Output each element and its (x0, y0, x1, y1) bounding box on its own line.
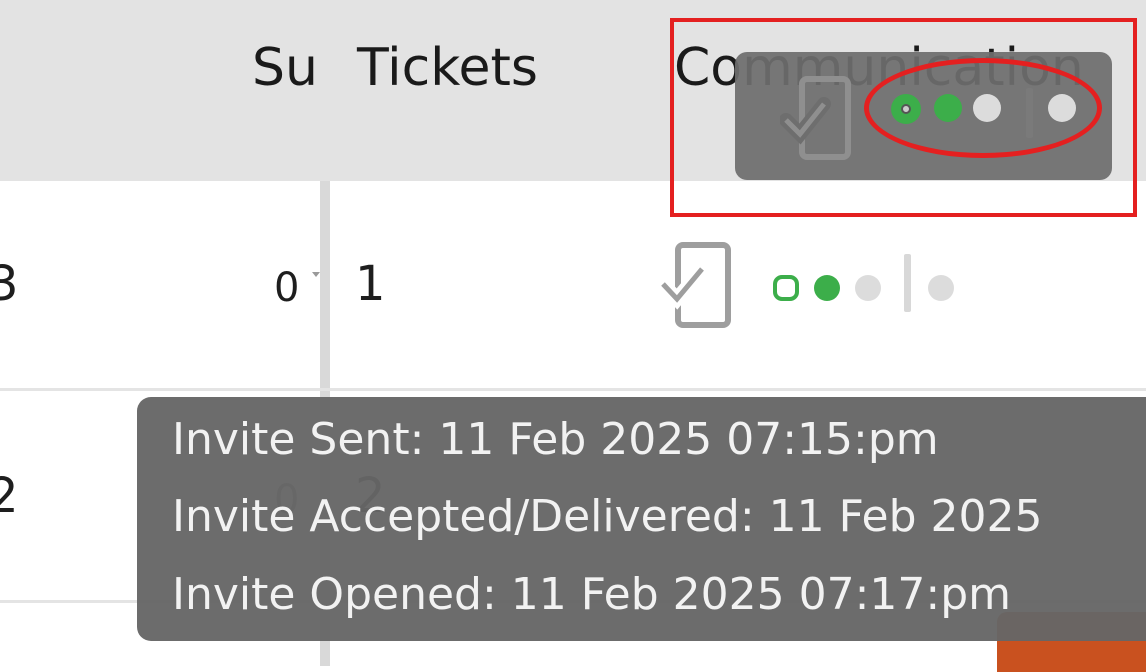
tooltip-invite-opened: Invite Opened: 11 Feb 2025 07:17:pm (172, 569, 1012, 620)
row-value-cell: 2 (0, 468, 19, 524)
status-dot-delivered (814, 275, 840, 301)
tooltip-invite-delivered: Invite Accepted/Delivered: 11 Feb 2025 (172, 491, 1043, 542)
status-dot-opened (855, 275, 881, 301)
tooltip-invite-sent: Invite Sent: 11 Feb 2025 07:15:pm (172, 414, 939, 465)
sort-caret-icon (312, 272, 320, 277)
su-value-cell: 0 (274, 265, 300, 311)
status-dot-sent (773, 275, 799, 301)
row-divider (0, 388, 1146, 391)
tickets-value-cell: 1 (355, 256, 386, 312)
status-divider (904, 254, 911, 312)
row-value-cell: 3 (0, 256, 19, 312)
column-header-su[interactable]: Su (252, 36, 318, 100)
column-header-tickets[interactable]: Tickets (357, 36, 538, 100)
highlight-ellipse (864, 58, 1102, 158)
phone-check-icon[interactable] (660, 240, 736, 330)
invite-status-tooltip: Invite Sent: 11 Feb 2025 07:15:pm Invite… (137, 397, 1146, 641)
status-dot-extra (928, 275, 954, 301)
